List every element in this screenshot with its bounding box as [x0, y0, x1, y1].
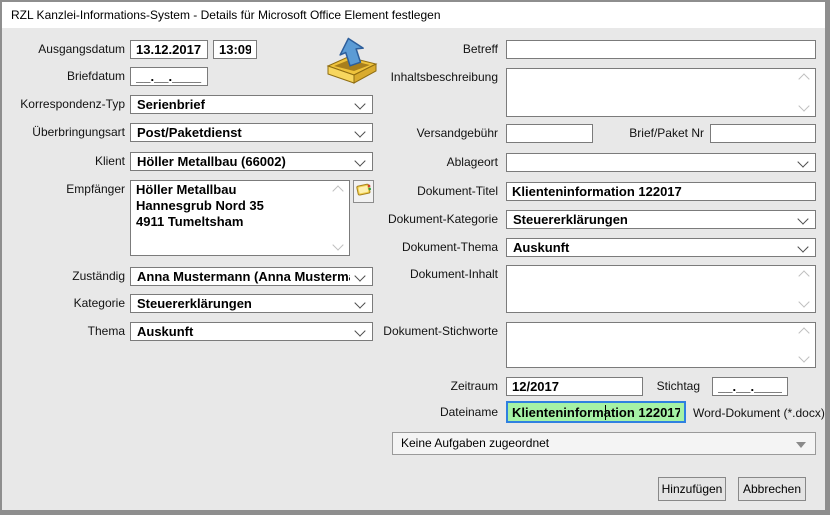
kategorie-label: Kategorie [10, 294, 125, 313]
dokument-stichworte-label: Dokument-Stichworte [328, 322, 498, 341]
stichtag-input[interactable] [712, 377, 788, 396]
zustaendig-value: Anna Mustermann (Anna Mustermann [137, 268, 350, 285]
abbrechen-button[interactable]: Abbrechen [738, 477, 806, 501]
ablageort-label: Ablageort [328, 153, 498, 172]
briefdatum-input[interactable] [130, 67, 208, 86]
window-title: RZL Kanzlei-Informations-System - Detail… [11, 2, 441, 28]
scroll-down-icon[interactable] [798, 296, 809, 307]
dokument-thema-select[interactable]: Auskunft [506, 238, 816, 257]
ausgangsdatum-date-input[interactable] [130, 40, 208, 59]
chevron-down-icon [797, 156, 808, 167]
dialog-window: RZL Kanzlei-Informations-System - Detail… [0, 0, 830, 515]
ausgangsdatum-time-input[interactable] [213, 40, 257, 59]
empfaenger-value: Höller Metallbau Hannesgrub Nord 35 4911… [136, 182, 327, 253]
dokument-stichworte-value [512, 324, 793, 365]
briefdatum-label: Briefdatum [10, 67, 125, 86]
chevron-down-icon [797, 241, 808, 252]
scroll-up-icon[interactable] [798, 327, 809, 338]
chevron-down-icon [797, 213, 808, 224]
ablageort-value [513, 154, 793, 171]
scroll-up-icon[interactable] [798, 270, 809, 281]
dokument-thema-value: Auskunft [513, 239, 793, 256]
hinzufuegen-button[interactable]: Hinzufügen [658, 477, 726, 501]
aufgaben-value: Keine Aufgaben zugeordnet [401, 433, 549, 454]
ueberbringungsart-label: Überbringungsart [10, 123, 125, 142]
versandgebuehr-label: Versandgebühr [328, 124, 498, 143]
dateiname-label: Dateiname [328, 403, 498, 422]
empfaenger-textarea[interactable]: Höller Metallbau Hannesgrub Nord 35 4911… [130, 180, 350, 256]
betreff-input[interactable] [506, 40, 816, 59]
dokument-titel-input[interactable] [506, 182, 816, 201]
zustaendig-label: Zuständig [10, 267, 125, 286]
korrespondenz-typ-value: Serienbrief [137, 96, 350, 113]
dateiname-input[interactable] [506, 401, 686, 423]
inhaltsbeschreibung-label: Inhaltsbeschreibung [328, 68, 498, 87]
dokument-thema-label: Dokument-Thema [328, 238, 498, 257]
ueberbringungsart-value: Post/Paketdienst [137, 124, 350, 141]
dropdown-arrow-icon [796, 442, 806, 448]
title-bar: RZL Kanzlei-Informations-System - Detail… [2, 2, 825, 28]
korrespondenz-typ-label: Korrespondenz-Typ [10, 95, 125, 114]
aufgaben-select[interactable]: Keine Aufgaben zugeordnet [392, 432, 816, 455]
klient-label: Klient [10, 152, 125, 171]
ablageort-select[interactable] [506, 153, 816, 172]
thema-value: Auskunft [137, 323, 350, 340]
dokument-inhalt-label: Dokument-Inhalt [328, 265, 498, 284]
kategorie-select[interactable]: Steuererklärungen [130, 294, 373, 313]
ausgangsdatum-label: Ausgangsdatum [10, 40, 125, 59]
brief-paket-nr-input[interactable] [710, 124, 816, 143]
inhaltsbeschreibung-value [512, 70, 793, 114]
dokument-stichworte-textarea[interactable] [506, 322, 816, 368]
betreff-label: Betreff [328, 40, 498, 59]
chevron-down-icon [354, 297, 365, 308]
korrespondenz-typ-select[interactable]: Serienbrief [130, 95, 373, 114]
scroll-up-icon[interactable] [798, 73, 809, 84]
chevron-down-icon [354, 98, 365, 109]
thema-label: Thema [10, 322, 125, 341]
dokument-kategorie-select[interactable]: Steuererklärungen [506, 210, 816, 229]
inhaltsbeschreibung-textarea[interactable] [506, 68, 816, 117]
kategorie-value: Steuererklärungen [137, 295, 350, 312]
dokument-titel-label: Dokument-Titel [328, 182, 498, 201]
scroll-down-icon[interactable] [798, 351, 809, 362]
empfaenger-label: Empfänger [10, 180, 125, 199]
filetype-hint-label: Word-Dokument (*.docx) [693, 402, 825, 424]
dokument-kategorie-value: Steuererklärungen [513, 211, 793, 228]
text-caret [605, 405, 606, 420]
dokument-inhalt-value [512, 267, 793, 310]
dokument-kategorie-label: Dokument-Kategorie [328, 210, 498, 229]
brief-paket-nr-label: Brief/Paket Nr [562, 124, 704, 143]
dokument-inhalt-textarea[interactable] [506, 265, 816, 313]
stichtag-label: Stichtag [562, 377, 700, 396]
scroll-down-icon[interactable] [798, 100, 809, 111]
dialog-body: Ausgangsdatum Briefdatum Korrespondenz-T… [2, 28, 825, 510]
klient-value: Höller Metallbau (66002) [137, 153, 350, 170]
zeitraum-label: Zeitraum [328, 377, 498, 396]
